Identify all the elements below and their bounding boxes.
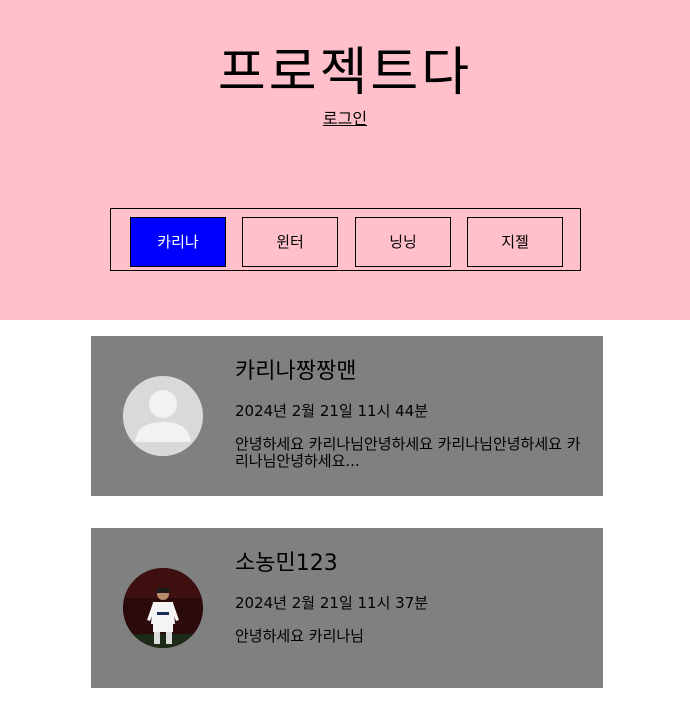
header: 프로젝트다 로그인 카리나 윈터 닝닝 지젤 — [0, 0, 690, 320]
site-title: 프로젝트다 — [217, 43, 473, 103]
login-link[interactable]: 로그인 — [323, 109, 367, 128]
post-body: 안녕하세요 카리나님 — [235, 628, 364, 645]
post-date: 2024년 2월 21일 11시 44분 — [235, 402, 429, 420]
tab-ningning[interactable]: 닝닝 — [355, 217, 451, 267]
profile-photo — [123, 568, 203, 648]
post-card[interactable]: 카리나짱짱맨 2024년 2월 21일 11시 44분 안녕하세요 카리나님안녕… — [91, 336, 603, 496]
tab-karina[interactable]: 카리나 — [130, 217, 226, 267]
member-tabs: 카리나 윈터 닝닝 지젤 — [110, 208, 581, 271]
login-link-wrapper: 로그인 — [0, 108, 690, 130]
tab-winter[interactable]: 윈터 — [242, 217, 338, 267]
post-card[interactable]: 소농민123 2024년 2월 21일 11시 37분 안녕하세요 카리나님 — [91, 528, 603, 688]
default-user-icon — [123, 376, 203, 456]
post-body: 안녕하세요 카리나님안녕하세요 카리나님안녕하세요 카리나님안녕하세요... — [235, 436, 581, 470]
post-author: 카리나짱짱맨 — [235, 359, 357, 384]
tab-giselle[interactable]: 지젤 — [467, 217, 563, 267]
post-date: 2024년 2월 21일 11시 37분 — [235, 594, 429, 612]
post-author: 소농민123 — [235, 551, 338, 576]
